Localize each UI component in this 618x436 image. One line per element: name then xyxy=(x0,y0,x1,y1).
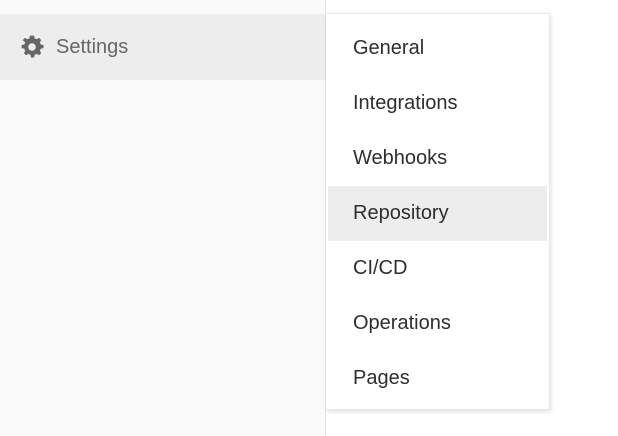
flyout-item-webhooks[interactable]: Webhooks xyxy=(328,131,547,186)
flyout-item-integrations[interactable]: Integrations xyxy=(328,76,547,131)
flyout-item-ci-cd[interactable]: CI/CD xyxy=(328,241,547,296)
flyout-item-general[interactable]: General xyxy=(328,21,547,76)
flyout-item-pages[interactable]: Pages xyxy=(328,351,547,406)
sidebar: Settings xyxy=(0,0,326,436)
sidebar-item-settings-label: Settings xyxy=(56,35,129,58)
gear-icon xyxy=(19,34,45,60)
flyout-list: General Integrations Webhooks Repository… xyxy=(326,14,549,406)
flyout-item-operations[interactable]: Operations xyxy=(328,296,547,351)
sidebar-item-settings[interactable]: Settings xyxy=(0,14,325,80)
settings-flyout-menu: General Integrations Webhooks Repository… xyxy=(326,13,550,410)
flyout-item-repository[interactable]: Repository xyxy=(328,186,547,241)
